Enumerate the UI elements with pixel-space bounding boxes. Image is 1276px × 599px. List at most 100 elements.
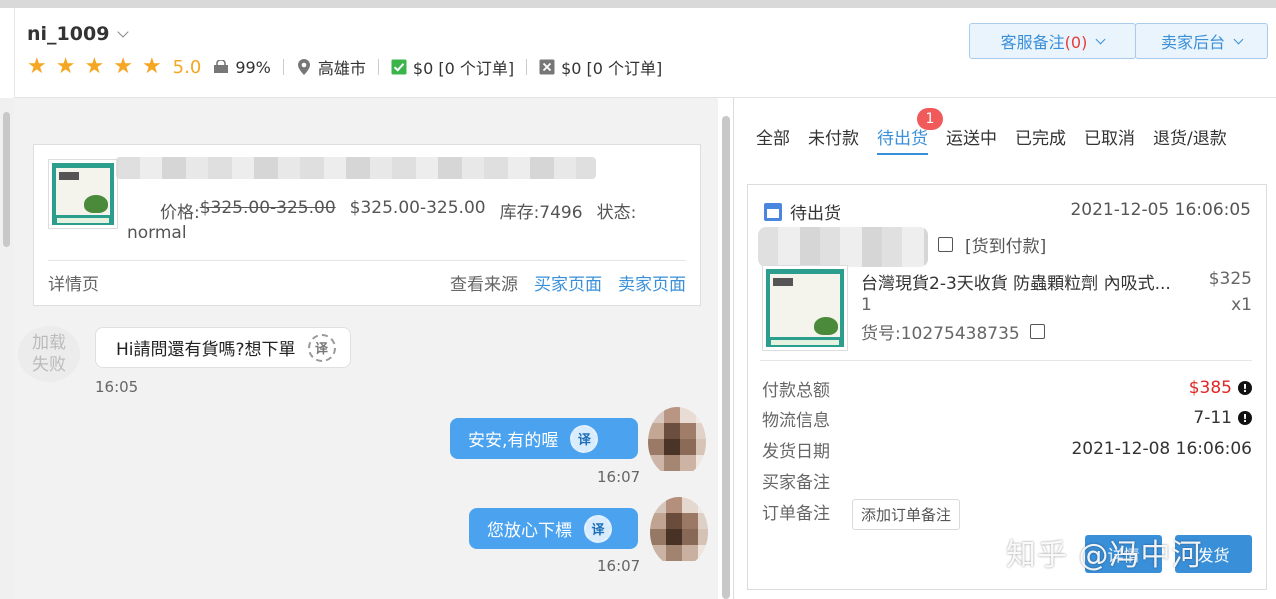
logistics-value-group: 7-11 ! <box>1193 408 1252 428</box>
message-text: 安安,有的喔 <box>468 431 559 451</box>
order-product-price: $325 <box>1208 269 1252 289</box>
star-icon: ★ <box>113 54 133 79</box>
star-icon: ★ <box>141 54 162 79</box>
username: ni_1009 <box>27 23 110 45</box>
product-card: 价格: $325.00-325.00 $325.00-325.00 库存:749… <box>33 144 701 306</box>
divider <box>282 59 284 75</box>
status-value: normal <box>127 223 187 243</box>
tab-to-ship[interactable]: 待出货 1 <box>877 108 943 155</box>
price-current: $325.00-325.00 <box>349 198 486 218</box>
watermark: 知乎 @冯中河 <box>1006 538 1203 573</box>
seller-backend-label: 卖家后台 <box>1160 33 1225 52</box>
rate-stat: 99% <box>213 58 271 77</box>
payment-method-row: [货到付款] <box>934 232 1047 257</box>
order-product-variation: 1 <box>861 295 872 315</box>
rating-value: 5.0 <box>172 56 202 78</box>
service-note-count: (0) <box>1064 33 1088 52</box>
order-date: 2021-12-05 16:06:05 <box>1070 200 1251 220</box>
outgoing-message: 安安,有的喔 译 <box>450 418 638 459</box>
username-dropdown[interactable]: ni_1009 <box>27 23 130 45</box>
tab-returns[interactable]: 退货/退款 <box>1153 124 1227 155</box>
logistics-value: 7-11 <box>1193 408 1232 428</box>
total-value-group: $385 ! <box>1189 378 1252 398</box>
copy-icon[interactable] <box>1025 320 1045 339</box>
info-icon[interactable]: ! <box>1238 381 1252 395</box>
cancel-box-icon <box>539 59 555 75</box>
stock: 库存:7496 <box>499 203 583 223</box>
left-scrollbar[interactable] <box>3 112 10 247</box>
incoming-message: Hi請問還有貨嗎?想下單 译 <box>95 327 351 368</box>
total-row: 付款总额 $385 ! <box>762 376 1252 401</box>
translate-icon[interactable]: 译 <box>307 333 336 362</box>
customer-stats: ★ ★ ★ ★ ★ 5.0 99% 高雄市 $0 [0 个订单] $0 [0 个… <box>27 55 662 79</box>
cancelled-orders-value: $0 [0 个订单] <box>561 59 663 78</box>
add-order-note-button[interactable]: 添加订单备注 <box>852 499 961 530</box>
sku-value: 10275438735 <box>900 324 1020 344</box>
tab-unpaid[interactable]: 未付款 <box>808 124 859 155</box>
star-icon: ★ <box>84 54 105 79</box>
product-price-row: 价格: $325.00-325.00 $325.00-325.00 库存:749… <box>160 198 636 223</box>
chevron-down-icon <box>1233 34 1244 44</box>
ship-date-row: 发货日期 2021-12-08 16:06:06 <box>762 437 1252 462</box>
clipboard-icon <box>764 202 782 221</box>
buyer-note-label: 买家备注 <box>762 472 830 493</box>
order-note-label: 订单备注 <box>762 503 830 524</box>
ship-date-value: 2021-12-08 16:06:06 <box>1071 439 1252 459</box>
buyer-avatar-failed: 加载 失败 <box>18 326 80 382</box>
price-original: $325.00-325.00 <box>199 198 336 218</box>
status-label: 状态: <box>596 203 637 223</box>
bag-icon <box>213 59 229 75</box>
translate-icon[interactable]: 译 <box>570 424 599 453</box>
seller-avatar <box>648 407 706 477</box>
order-note-row: 订单备注 <box>762 499 1252 524</box>
seller-avatar <box>650 497 708 567</box>
sku-text: 货号:10275438735 <box>861 319 1020 344</box>
order-product-qty: x1 <box>1231 295 1252 315</box>
buyer-note-row: 买家备注 <box>762 468 1252 493</box>
message-text: 您放心下標 <box>487 521 572 541</box>
product-thumbnail[interactable] <box>48 159 118 229</box>
order-tabs: 全部 未付款 待出货 1 运送中 已完成 已取消 退货/退款 <box>756 108 1227 155</box>
order-product-title[interactable]: 台灣現貨2-3天收貨 防蟲顆粒劑 內吸式... <box>861 269 1186 294</box>
chevron-down-icon <box>1095 34 1106 44</box>
total-label: 付款总额 <box>762 380 830 401</box>
sku-label: 货号: <box>861 324 901 344</box>
order-sku: 货号:10275438735 <box>861 319 1045 344</box>
ship-date-label: 发货日期 <box>762 441 830 462</box>
location-stat: 高雄市 <box>296 55 366 79</box>
translate-icon[interactable]: 译 <box>584 514 612 543</box>
tab-badge: 1 <box>917 108 943 130</box>
seller-backend-button[interactable]: 卖家后台 <box>1135 23 1268 59</box>
cancelled-orders-stat: $0 [0 个订单] <box>539 55 662 79</box>
detail-page-label: 详情页 <box>48 275 99 295</box>
payment-method: [货到付款] <box>965 237 1047 257</box>
message-text: Hi請問還有貨嗎?想下單 <box>116 340 296 360</box>
logistics-label: 物流信息 <box>762 410 830 431</box>
message-time: 16:07 <box>597 557 641 575</box>
tab-shipping[interactable]: 运送中 <box>946 124 997 155</box>
total-value: $385 <box>1188 378 1232 398</box>
seller-page-link[interactable]: 卖家页面 <box>618 270 686 295</box>
location-pin-icon <box>296 59 312 75</box>
card-divider <box>48 260 686 261</box>
blurred-order-id <box>758 227 928 267</box>
check-box-icon <box>391 59 407 75</box>
tab-all[interactable]: 全部 <box>756 124 790 155</box>
tab-completed[interactable]: 已完成 <box>1015 124 1066 155</box>
service-note-button[interactable]: 客服备注(0) <box>969 23 1136 59</box>
tab-cancelled[interactable]: 已取消 <box>1084 124 1135 155</box>
order-product-thumbnail[interactable] <box>762 265 848 351</box>
rate-value: 99% <box>235 57 271 77</box>
panel-divider <box>733 98 734 599</box>
blurred-product-title <box>116 157 596 179</box>
buyer-page-link[interactable]: 买家页面 <box>534 270 602 295</box>
info-icon[interactable]: ! <box>1238 411 1252 425</box>
copy-icon[interactable] <box>934 233 953 252</box>
chevron-down-icon <box>117 26 130 38</box>
outgoing-message: 您放心下標 译 <box>469 508 638 549</box>
chat-scrollbar[interactable] <box>722 116 730 599</box>
view-source-link[interactable]: 查看来源 <box>450 270 518 295</box>
order-status-text: 待出货 <box>790 204 841 224</box>
avatar-fail-text: 加载 <box>32 333 66 353</box>
divider <box>526 59 528 75</box>
